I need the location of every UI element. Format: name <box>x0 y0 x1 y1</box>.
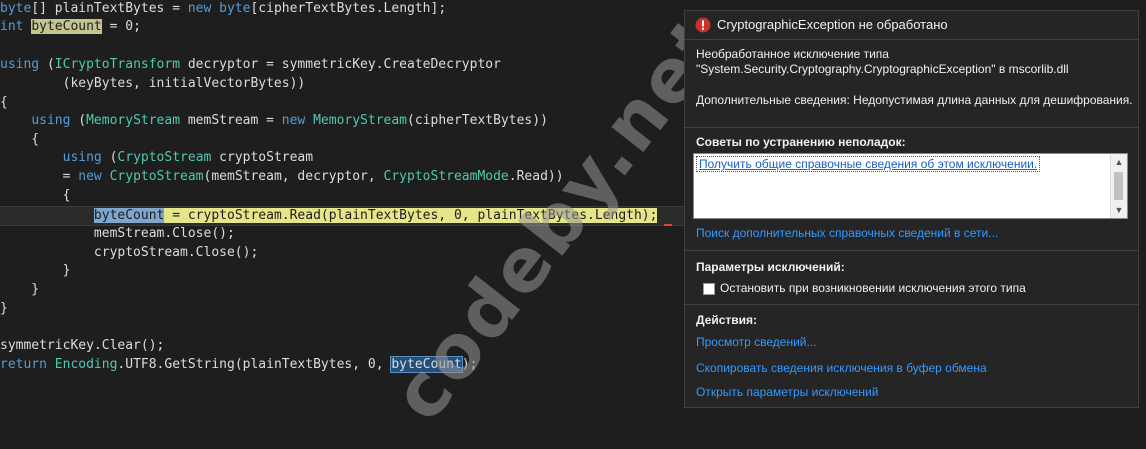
code-token: .Read)) <box>508 169 564 184</box>
code-token: [cipherTextBytes.Length]; <box>250 1 447 16</box>
code-line[interactable]: cryptoStream.Close(); <box>0 244 684 262</box>
execution-highlight: byteCount = cryptoStream.Read(plainTextB… <box>93 208 658 223</box>
code-line[interactable]: int byteCount = 0; <box>0 18 684 36</box>
code-token: (keyBytes, initialVectorBytes)) <box>0 76 306 91</box>
code-token: ( <box>78 113 87 128</box>
code-line[interactable]: using (ICryptoTransform decryptor = symm… <box>0 56 684 74</box>
code-token: Encoding <box>54 357 118 372</box>
code-line[interactable]: symmetricKey.Clear(); <box>0 337 684 355</box>
view-details-link[interactable]: Просмотр сведений... <box>696 335 817 349</box>
code-token: cryptoStream.Close(); <box>0 245 259 260</box>
code-token: new <box>187 1 220 16</box>
code-token: memStream = <box>180 113 282 128</box>
code-token: } <box>0 263 71 278</box>
code-line[interactable]: (keyBytes, initialVectorBytes)) <box>0 75 684 93</box>
code-editor[interactable]: byte[] plainTextBytes = new byte[cipherT… <box>0 0 684 413</box>
actions-section-divider <box>685 304 1138 305</box>
code-line[interactable] <box>0 319 684 337</box>
exception-message-line1: Необработанное исключение типа <box>696 47 889 61</box>
code-token: ); <box>461 357 478 372</box>
tips-list[interactable]: Получить общие справочные сведения об эт… <box>693 153 1128 219</box>
exception-message-line2: "System.Security.Cryptography.Cryptograp… <box>696 62 1069 76</box>
settings-section-divider <box>685 250 1138 251</box>
code-token: using <box>31 113 79 128</box>
break-on-exception-label[interactable]: Остановить при возникновении исключения … <box>720 281 1026 295</box>
actions-title: Действия: <box>696 313 758 327</box>
tips-section-divider <box>685 127 1138 128</box>
code-token: } <box>0 301 8 316</box>
code-token: byte <box>0 1 32 16</box>
code-token: ( <box>46 57 55 72</box>
highlighted-identifier: byteCount <box>31 19 102 34</box>
settings-title: Параметры исключений: <box>696 260 845 274</box>
code-token: new <box>78 169 110 184</box>
code-token: .UTF8.GetString(plainTextBytes, 0, <box>117 357 392 372</box>
code-token: = <box>0 169 79 184</box>
current-statement-marker <box>664 224 672 226</box>
code-token: using <box>62 150 110 165</box>
code-token: [] plainTextBytes = <box>31 1 188 16</box>
tip-link[interactable]: Получить общие справочные сведения об эт… <box>696 156 1041 172</box>
code-line[interactable]: } <box>0 262 684 280</box>
code-line[interactable]: } <box>0 300 684 318</box>
scroll-down-icon[interactable]: ▼ <box>1111 202 1127 218</box>
code-line[interactable] <box>0 38 684 56</box>
copy-exception-link[interactable]: Скопировать сведения исключения в буфер … <box>696 361 987 375</box>
highlighted-identifier: byteCount <box>390 356 463 373</box>
code-token: int <box>0 19 32 34</box>
code-token: CryptoStream <box>117 150 212 165</box>
scroll-thumb[interactable] <box>1114 172 1123 200</box>
code-line[interactable]: { <box>0 187 684 205</box>
code-token: { <box>0 188 71 203</box>
code-token: { <box>0 95 8 110</box>
code-token: (cipherTextBytes)) <box>407 113 548 128</box>
code-token: decryptor = symmetricKey.CreateDecryptor <box>180 57 501 72</box>
code-token: cryptoStream <box>211 150 314 165</box>
tips-title: Советы по устранению неполадок: <box>696 135 906 149</box>
code-token: CryptoStreamMode <box>383 169 509 184</box>
code-token: { <box>0 132 40 147</box>
code-token: } <box>0 282 40 297</box>
code-token: CryptoStream <box>109 169 204 184</box>
code-token: = 0; <box>101 19 141 34</box>
code-token: MemoryStream <box>86 113 181 128</box>
exception-details: Дополнительные сведения: Недопустимая дл… <box>696 93 1133 107</box>
exception-title: CryptographicException не обработано <box>717 17 948 32</box>
code-token: new <box>281 113 314 128</box>
exception-helper-panel: CryptographicException не обработано Нео… <box>684 10 1139 408</box>
code-token: using <box>0 57 47 72</box>
code-token: memStream.Close(); <box>0 226 235 241</box>
highlighted-identifier: byteCount <box>93 208 165 223</box>
code-line[interactable]: using (MemoryStream memStream = new Memo… <box>0 112 684 130</box>
code-line[interactable]: } <box>0 281 684 299</box>
code-token: MemoryStream <box>313 113 408 128</box>
code-token: = cryptoStream.Read(plainTextBytes, 0, p… <box>164 208 658 223</box>
code-token: byte <box>219 1 251 16</box>
code-line[interactable]: memStream.Close(); <box>0 225 684 243</box>
code-line[interactable]: { <box>0 94 684 112</box>
warning-icon <box>695 17 711 33</box>
code-token: (memStream, decryptor, <box>203 169 384 184</box>
code-line[interactable]: = new CryptoStream(memStream, decryptor,… <box>0 168 684 186</box>
code-line[interactable]: return Encoding.UTF8.GetString(plainText… <box>0 356 684 374</box>
code-line[interactable]: using (CryptoStream cryptoStream <box>0 149 684 167</box>
search-online-link[interactable]: Поиск дополнительных справочных сведений… <box>696 226 998 240</box>
tips-scrollbar[interactable]: ▲ ▼ <box>1110 154 1127 218</box>
open-exception-settings-link[interactable]: Открыть параметры исключений <box>696 385 878 399</box>
code-line[interactable]: { <box>0 131 684 149</box>
exception-header: CryptographicException не обработано <box>685 11 1138 40</box>
code-token: symmetricKey.Clear(); <box>0 338 165 353</box>
code-token: ICryptoTransform <box>54 57 181 72</box>
code-line[interactable]: byteCount = cryptoStream.Read(plainTextB… <box>0 206 684 226</box>
code-line[interactable]: byte[] plainTextBytes = new byte[cipherT… <box>0 0 684 18</box>
break-on-exception-checkbox[interactable] <box>703 283 715 295</box>
code-token: return <box>0 357 55 372</box>
scroll-up-icon[interactable]: ▲ <box>1111 154 1127 170</box>
